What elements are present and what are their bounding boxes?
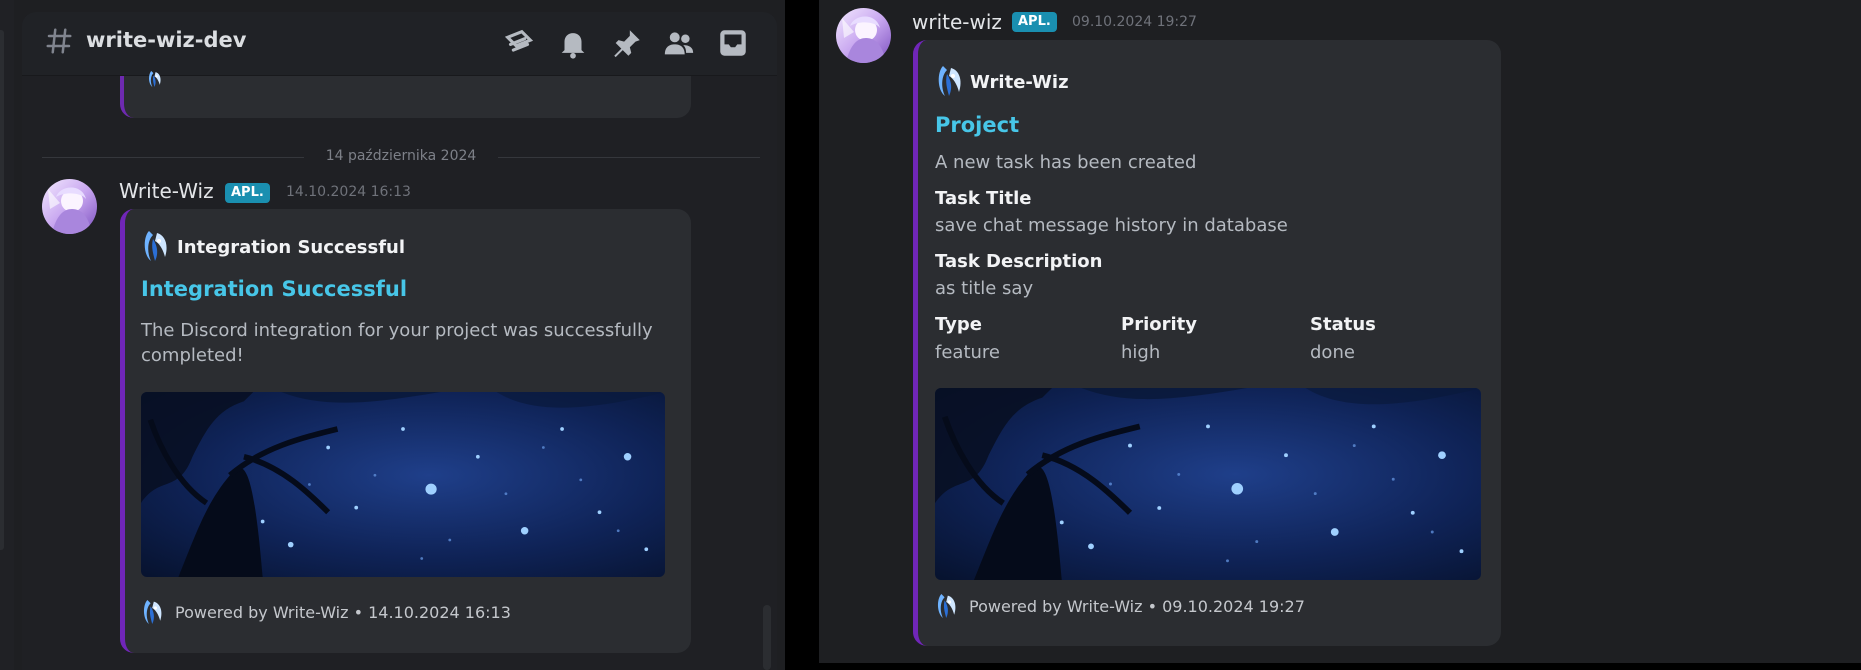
- embed-image[interactable]: [935, 388, 1481, 580]
- threads-icon[interactable]: [502, 26, 536, 60]
- server-list-strip: [0, 30, 4, 550]
- app-badge: APL.: [225, 183, 270, 203]
- avatar[interactable]: [42, 179, 97, 234]
- scrollbar[interactable]: [763, 605, 771, 670]
- embed-description: A new task has been created: [935, 152, 1197, 173]
- date-divider-label: 14 października 2024: [325, 148, 477, 164]
- field-value-status: done: [1310, 342, 1355, 363]
- field-name-type: Type: [935, 314, 982, 335]
- embed-card: Write-Wiz Project A new task has been cr…: [913, 40, 1501, 646]
- message-author[interactable]: Write-Wiz: [119, 179, 214, 203]
- bot-logo-icon: [146, 70, 164, 88]
- bot-logo-icon: [935, 64, 965, 98]
- field-name-task-description: Task Description: [935, 251, 1103, 272]
- field-value-task-title: save chat message history in database: [935, 215, 1288, 236]
- embed-author: Write-Wiz: [970, 72, 1069, 93]
- footer-bot-icon: [141, 598, 165, 626]
- hash-icon: [46, 28, 72, 54]
- embed-card: Integration Successful Integration Succe…: [120, 209, 691, 653]
- server-list-edge: [0, 0, 14, 670]
- field-value-task-description: as title say: [935, 278, 1034, 299]
- channel-header: write-wiz-dev: [22, 12, 777, 76]
- right-discord-panel: write-wiz APL. 09.10.2024 19:27 Write-Wi…: [819, 0, 1861, 663]
- field-value-priority: high: [1121, 342, 1161, 363]
- date-divider: 14 października 2024: [42, 147, 760, 167]
- embed-title[interactable]: Project: [935, 113, 1019, 137]
- channel-name: write-wiz-dev: [86, 28, 247, 52]
- field-name-task-title: Task Title: [935, 188, 1032, 209]
- message-timestamp: 09.10.2024 19:27: [1072, 14, 1197, 30]
- pin-icon[interactable]: [610, 26, 644, 60]
- embed-title[interactable]: Integration Successful: [141, 277, 407, 301]
- message-timestamp: 14.10.2024 16:13: [286, 184, 411, 200]
- embed-description: The Discord integration for your project…: [141, 320, 653, 366]
- embed-image[interactable]: [141, 392, 665, 577]
- previous-embed-tail: [120, 76, 691, 118]
- field-name-status: Status: [1310, 314, 1376, 335]
- bell-icon[interactable]: [556, 26, 590, 60]
- field-value-type: feature: [935, 342, 1000, 363]
- inbox-icon[interactable]: [716, 26, 750, 60]
- message-author[interactable]: write-wiz: [912, 10, 1002, 34]
- avatar[interactable]: [836, 8, 891, 63]
- channel-view: write-wiz-dev 14 października 2024 Write…: [22, 12, 777, 670]
- members-icon[interactable]: [662, 26, 696, 60]
- embed-footer: Powered by Write-Wiz • 09.10.2024 19:27: [969, 597, 1305, 616]
- left-discord-panel: write-wiz-dev 14 października 2024 Write…: [0, 0, 785, 670]
- embed-footer: Powered by Write-Wiz • 14.10.2024 16:13: [175, 603, 511, 622]
- bot-logo-icon: [141, 229, 171, 263]
- embed-author: Integration Successful: [177, 237, 406, 258]
- footer-bot-icon: [935, 592, 959, 620]
- field-name-priority: Priority: [1121, 314, 1197, 335]
- app-badge: APL.: [1012, 12, 1057, 32]
